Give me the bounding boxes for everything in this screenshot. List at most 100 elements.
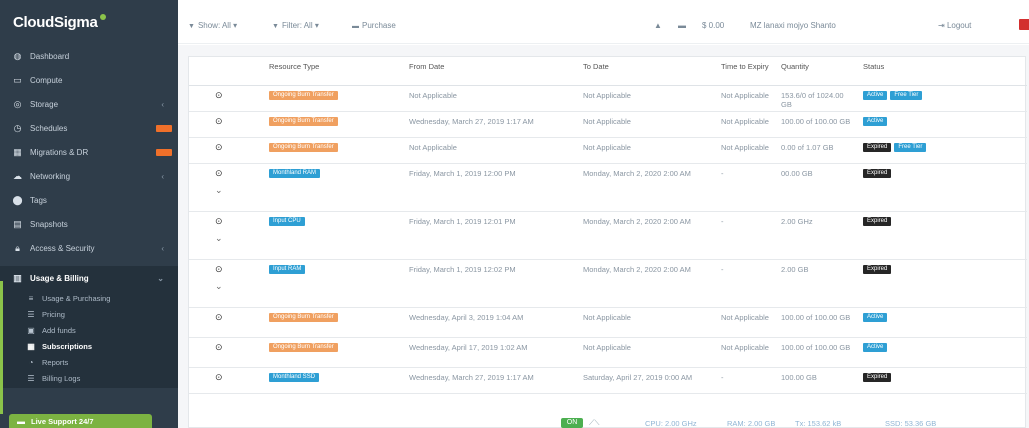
sidebar-item-access-security[interactable]: 🔒︎ Access & Security ‹	[0, 236, 178, 260]
subnav-item-usage-purchasing[interactable]: ≡ Usage & Purchasing	[0, 290, 178, 306]
view-icon[interactable]: ⊙	[215, 142, 223, 152]
chart-icon: ▥	[13, 272, 22, 283]
user-name[interactable]: MZ lanaxi mojyo Shanto	[750, 21, 836, 30]
logout-link[interactable]: ⇥ Logout	[938, 21, 971, 30]
quantity-cell: 2.00 GHz	[777, 211, 859, 260]
status-badge: Active	[863, 116, 888, 126]
resource-type-cell: Input RAM	[265, 259, 405, 308]
sidebar-item-compute[interactable]: ▭ Compute	[0, 68, 178, 92]
table-row[interactable]: ⊙ ⌄ Monthland RAM Friday, March 1, 2019 12:…	[189, 163, 1027, 212]
to-date-cell: Saturday, April 27, 2019 0:00 AM	[579, 367, 717, 394]
table-row[interactable]: ⊙ Ongoing Burn Transfer Not Applicable Not …	[189, 137, 1027, 164]
filter-dropdown[interactable]: ▼ Filter: All ▾	[272, 21, 319, 30]
table-row[interactable]: ⊙ Monthland SSD Wednesday, March 27, 2019 …	[189, 367, 1027, 394]
brand-logo[interactable]: CloudSigma	[0, 0, 178, 44]
sidebar-item-snapshots[interactable]: ▤ Snapshots	[0, 212, 178, 236]
table-row[interactable]: ⊙ Ongoing Burn Transfer Wednesday, April 3…	[189, 307, 1027, 338]
expiry-cell: -	[717, 211, 777, 260]
column-header[interactable]: Resource Type	[265, 57, 405, 86]
chevron-down-icon[interactable]: ⌄	[215, 281, 261, 291]
chevron-down-icon[interactable]: ⌄	[215, 185, 261, 195]
column-header[interactable]: Time to Expiry	[717, 57, 777, 86]
purchase-button[interactable]: ▬ Purchase	[352, 21, 396, 30]
resource-type-cell: Ongoing Burn Transfer	[265, 85, 405, 112]
view-icon[interactable]: ⊙	[215, 90, 223, 100]
resource-type-cell: Ongoing Burn Transfer	[265, 307, 405, 338]
dashboard-icon: ◍	[13, 50, 22, 61]
view-icon[interactable]: ⊙	[215, 372, 223, 382]
quantity-cell: 2.00 GB	[777, 259, 859, 308]
table-row[interactable]: ⊙ ⌄ Input RAM Friday, March 1, 2019 12:02 P…	[189, 259, 1027, 308]
sidebar-item-migrations[interactable]: ▦ Migrations & DR	[0, 140, 178, 164]
view-icon[interactable]: ⊙	[215, 264, 223, 274]
sidebar-item-tags[interactable]: ⬤ Tags	[0, 188, 178, 212]
sidebar-item-label: Usage & Billing	[30, 273, 89, 283]
from-date-cell: Wednesday, April 17, 2019 1:02 AM	[405, 337, 579, 368]
show-filter-label: Show: All	[197, 21, 231, 30]
row-actions-cell: ⊙	[189, 337, 265, 368]
status-cell: Expired	[859, 367, 1027, 394]
view-icon[interactable]: ⊙	[215, 312, 223, 322]
usage-billing-subnav: ≡ Usage & Purchasing ☰ Pricing ▣ Add funds …	[0, 290, 178, 388]
column-header[interactable]: Status	[859, 57, 1027, 86]
resource-type-tag: Ongoing Burn Transfer	[269, 142, 338, 152]
status-cell: Active	[859, 337, 1027, 368]
filter-label: Filter: All	[281, 21, 313, 30]
table-row[interactable]: ⊙ Ongoing Burn Transfer Wednesday, March 2…	[189, 111, 1027, 138]
subnav-item-pricing[interactable]: ☰ Pricing	[0, 306, 178, 322]
expiry-cell: Not Applicable	[717, 337, 777, 368]
to-date-cell: Not Applicable	[579, 111, 717, 138]
subnav-item-reports[interactable]: ◔ Reports	[0, 354, 178, 370]
expiry-cell: Not Applicable	[717, 137, 777, 164]
logo-dot-icon	[99, 14, 106, 20]
subnav-item-subscriptions[interactable]: ▦ Subscriptions	[0, 338, 178, 354]
row-actions-cell: ⊙ ⌄	[189, 211, 265, 260]
sidebar-item-schedules[interactable]: ◷ Schedules	[0, 116, 178, 140]
subnav-item-add-funds[interactable]: ▣ Add funds	[0, 322, 178, 338]
column-header[interactable]: Quantity	[777, 57, 859, 86]
status-badge: Active	[863, 90, 888, 100]
logout-label: Logout	[946, 21, 972, 30]
show-filter-dropdown[interactable]: ▼ Show: All ▾	[188, 21, 237, 30]
table-row[interactable]: ⊙ Ongoing Burn Transfer Not Applicable Not …	[189, 85, 1027, 112]
resource-type-cell: Monthland SSD	[265, 367, 405, 394]
sidebar-item-label: Snapshots	[30, 219, 68, 229]
from-date-cell: Friday, March 1, 2019 12:02 PM	[405, 259, 579, 308]
sidebar-item-storage[interactable]: ◎ Storage ‹	[0, 92, 178, 116]
ram-stat: RAM: 2.00 GB	[727, 419, 776, 428]
live-support-button[interactable]: ▬ Live Support 24/7	[9, 414, 152, 428]
resource-type-cell: Ongoing Burn Transfer	[265, 137, 405, 164]
quantity-cell: 153.6/0 of 1024.00 GB	[777, 85, 859, 112]
quantity-cell: 100.00 of 100.00 GB	[777, 307, 859, 338]
column-header[interactable]: To Date	[579, 57, 717, 86]
monitor-icon: ▭	[13, 74, 22, 85]
balance[interactable]: $ 0.00	[702, 21, 724, 30]
quantity-cell: 100.00 GB	[777, 367, 859, 394]
chevron-down-icon[interactable]: ⌄	[215, 233, 261, 243]
region-flag-icon[interactable]	[1019, 19, 1029, 30]
chevron-left-icon: ‹	[161, 243, 164, 253]
sidebar-item-label: Networking	[30, 171, 71, 181]
table-row[interactable]: ⊙ ⌄ Input CPU Friday, March 1, 2019 12:01 P…	[189, 211, 1027, 260]
view-icon[interactable]: ⊙	[215, 116, 223, 126]
sidebar-item-usage-billing[interactable]: ▥ Usage & Billing ⌄	[0, 266, 178, 290]
subnav-item-billing-logs[interactable]: ☰ Billing Logs	[0, 370, 178, 386]
log-icon: ☰	[27, 373, 35, 383]
view-icon[interactable]: ⊙	[215, 168, 223, 178]
sidebar-item-label: Tags	[30, 195, 47, 205]
from-date-cell: Not Applicable	[405, 85, 579, 112]
table-row[interactable]: ⊙ Ongoing Burn Transfer Wednesday, April 1…	[189, 337, 1027, 368]
subnav-item-label: Reports	[42, 357, 69, 367]
sidebar-item-label: Dashboard	[30, 51, 70, 61]
view-icon[interactable]: ⊙	[215, 216, 223, 226]
quantity-cell: 00.00 GB	[777, 163, 859, 212]
sidebar-item-networking[interactable]: ☁ Networking ‹	[0, 164, 178, 188]
user-icon[interactable]: ▲	[654, 21, 662, 30]
row-actions-cell: ⊙	[189, 85, 265, 112]
ssd-stat: SSD: 53.36 GB	[885, 419, 937, 428]
view-icon[interactable]: ⊙	[215, 342, 223, 352]
notification-icon[interactable]: ▬	[678, 21, 686, 30]
sidebar-item-dashboard[interactable]: ◍ Dashboard	[0, 44, 178, 68]
column-header[interactable]: From Date	[405, 57, 579, 86]
resource-type-cell: Ongoing Burn Transfer	[265, 111, 405, 138]
